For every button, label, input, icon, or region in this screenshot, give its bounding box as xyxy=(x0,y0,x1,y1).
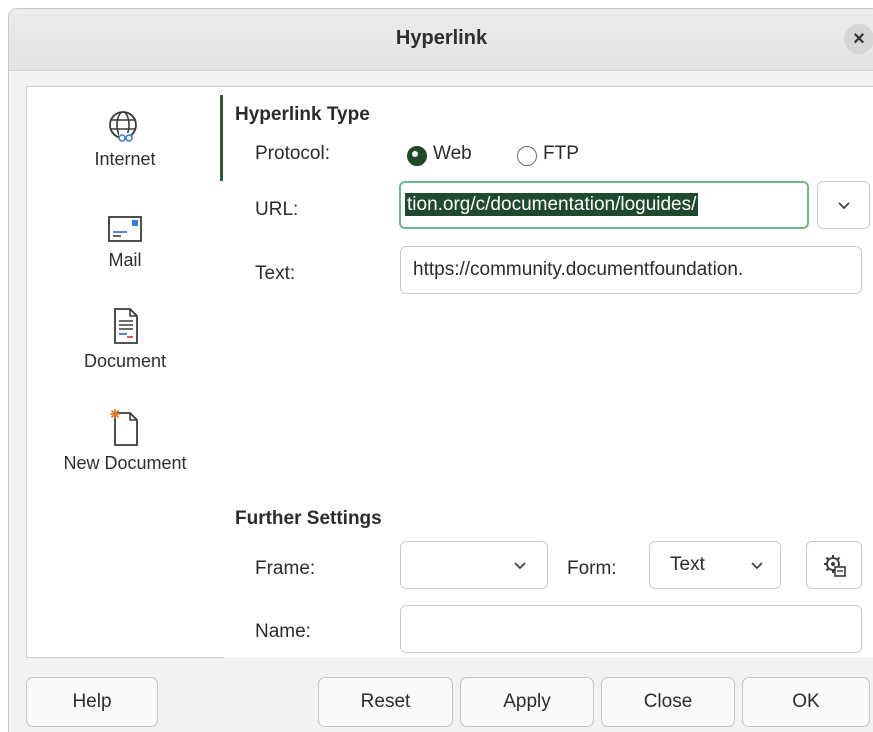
frame-label: Frame: xyxy=(255,558,316,579)
name-label: Name: xyxy=(255,621,311,642)
gear-macro-icon xyxy=(824,555,846,577)
web-radio[interactable] xyxy=(407,146,427,166)
globe-link-icon xyxy=(109,111,137,142)
sidebar-item-internet[interactable]: Internet xyxy=(27,109,223,170)
envelope-icon xyxy=(108,216,142,242)
protocol-label: Protocol: xyxy=(255,143,330,164)
url-selected-text: tion.org/c/documentation/loguides/ xyxy=(405,193,699,216)
hyperlink-dialog: Hyperlink × Internet Mail Document New D… xyxy=(8,8,873,732)
reset-button[interactable]: Reset xyxy=(318,677,453,727)
apply-button[interactable]: Apply xyxy=(460,677,594,727)
sidebar-item-label: Document xyxy=(83,351,167,371)
url-history-dropdown[interactable] xyxy=(817,181,870,229)
sidebar-item-document[interactable]: Document xyxy=(27,305,223,372)
text-label: Text: xyxy=(255,263,296,284)
text-input[interactable]: https://community.documentfoundation. xyxy=(400,246,862,294)
sidebar-item-mail[interactable]: Mail xyxy=(27,212,223,271)
dialog-title: Hyperlink xyxy=(395,27,488,49)
sidebar-item-label: New Document xyxy=(63,453,187,473)
url-label: URL: xyxy=(255,199,299,220)
sidebar-item-new-document[interactable]: New Document xyxy=(27,407,223,474)
hyperlink-type-heading: Hyperlink Type xyxy=(235,104,370,125)
ftp-radio-label[interactable]: FTP xyxy=(543,143,579,165)
web-radio-label[interactable]: Web xyxy=(433,143,472,165)
ok-button[interactable]: OK xyxy=(742,677,870,727)
form-select[interactable]: Text xyxy=(649,541,781,589)
name-input[interactable] xyxy=(400,605,862,653)
title-bar: Hyperlink × xyxy=(9,9,873,71)
close-icon[interactable]: × xyxy=(844,24,873,54)
frame-select-value xyxy=(401,554,413,575)
chevron-down-icon xyxy=(838,202,850,210)
form-label: Form: xyxy=(567,558,617,579)
active-category-indicator xyxy=(220,95,223,181)
sidebar-item-label: Internet xyxy=(94,149,156,169)
further-settings-heading: Further Settings xyxy=(235,508,382,529)
chevron-down-icon xyxy=(751,562,763,570)
new-document-icon xyxy=(110,409,138,446)
form-select-value: Text xyxy=(670,554,705,575)
hyperlink-settings-panel: Hyperlink Type Protocol: Web FTP URL: ti… xyxy=(223,86,873,657)
close-button[interactable]: Close xyxy=(601,677,735,727)
url-input[interactable]: tion.org/c/documentation/loguides/ xyxy=(399,181,809,229)
help-button[interactable]: Help xyxy=(26,677,158,727)
chevron-down-icon xyxy=(514,562,526,570)
sidebar-item-label: Mail xyxy=(108,250,142,270)
category-sidebar: Internet Mail Document New Document xyxy=(26,86,224,658)
events-button[interactable] xyxy=(806,541,862,589)
frame-select[interactable] xyxy=(400,541,548,589)
ftp-radio[interactable] xyxy=(517,146,537,166)
document-icon xyxy=(114,308,138,344)
